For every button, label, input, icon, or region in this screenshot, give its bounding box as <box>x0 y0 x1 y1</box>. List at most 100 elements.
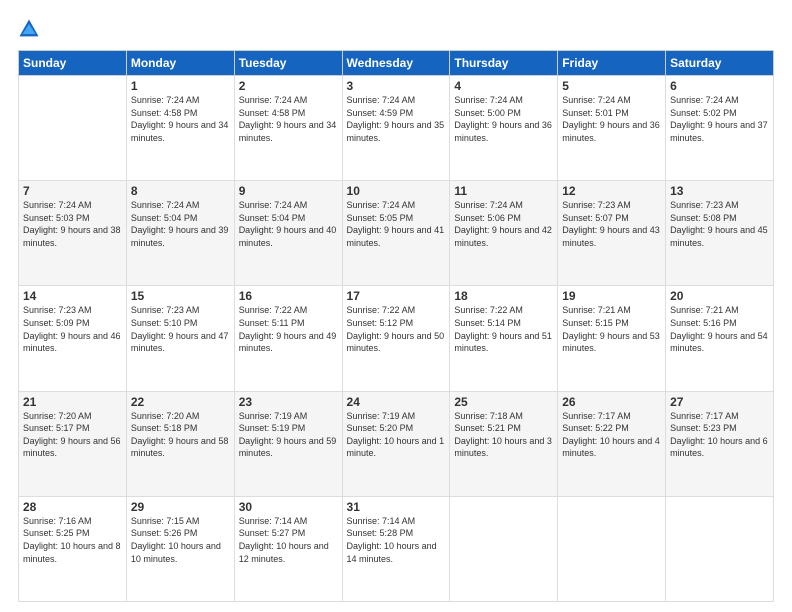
calendar-cell: 14Sunrise: 7:23 AMSunset: 5:09 PMDayligh… <box>19 286 127 391</box>
calendar-cell: 25Sunrise: 7:18 AMSunset: 5:21 PMDayligh… <box>450 391 558 496</box>
day-number: 4 <box>454 79 553 93</box>
page: SundayMondayTuesdayWednesdayThursdayFrid… <box>0 0 792 612</box>
day-info: Sunrise: 7:17 AMSunset: 5:23 PMDaylight:… <box>670 410 769 460</box>
calendar-week-row: 1Sunrise: 7:24 AMSunset: 4:58 PMDaylight… <box>19 76 774 181</box>
calendar-cell: 20Sunrise: 7:21 AMSunset: 5:16 PMDayligh… <box>666 286 774 391</box>
day-info: Sunrise: 7:23 AMSunset: 5:07 PMDaylight:… <box>562 199 661 249</box>
day-number: 20 <box>670 289 769 303</box>
day-number: 6 <box>670 79 769 93</box>
day-number: 2 <box>239 79 338 93</box>
day-number: 3 <box>347 79 446 93</box>
day-info: Sunrise: 7:21 AMSunset: 5:16 PMDaylight:… <box>670 304 769 354</box>
calendar-weekday-friday: Friday <box>558 51 666 76</box>
day-info: Sunrise: 7:22 AMSunset: 5:12 PMDaylight:… <box>347 304 446 354</box>
calendar-weekday-tuesday: Tuesday <box>234 51 342 76</box>
day-info: Sunrise: 7:24 AMSunset: 5:00 PMDaylight:… <box>454 94 553 144</box>
calendar-cell: 7Sunrise: 7:24 AMSunset: 5:03 PMDaylight… <box>19 181 127 286</box>
calendar-cell: 15Sunrise: 7:23 AMSunset: 5:10 PMDayligh… <box>126 286 234 391</box>
day-info: Sunrise: 7:24 AMSunset: 5:06 PMDaylight:… <box>454 199 553 249</box>
calendar-cell: 17Sunrise: 7:22 AMSunset: 5:12 PMDayligh… <box>342 286 450 391</box>
calendar-cell <box>19 76 127 181</box>
calendar-cell <box>666 496 774 601</box>
calendar-cell: 21Sunrise: 7:20 AMSunset: 5:17 PMDayligh… <box>19 391 127 496</box>
logo-icon <box>18 18 40 40</box>
day-number: 22 <box>131 395 230 409</box>
day-number: 11 <box>454 184 553 198</box>
calendar-cell: 23Sunrise: 7:19 AMSunset: 5:19 PMDayligh… <box>234 391 342 496</box>
calendar-weekday-saturday: Saturday <box>666 51 774 76</box>
calendar-cell: 10Sunrise: 7:24 AMSunset: 5:05 PMDayligh… <box>342 181 450 286</box>
day-number: 26 <box>562 395 661 409</box>
calendar-cell: 12Sunrise: 7:23 AMSunset: 5:07 PMDayligh… <box>558 181 666 286</box>
day-info: Sunrise: 7:17 AMSunset: 5:22 PMDaylight:… <box>562 410 661 460</box>
calendar-cell: 8Sunrise: 7:24 AMSunset: 5:04 PMDaylight… <box>126 181 234 286</box>
day-info: Sunrise: 7:19 AMSunset: 5:19 PMDaylight:… <box>239 410 338 460</box>
day-number: 18 <box>454 289 553 303</box>
day-number: 19 <box>562 289 661 303</box>
day-number: 25 <box>454 395 553 409</box>
day-info: Sunrise: 7:24 AMSunset: 4:58 PMDaylight:… <box>131 94 230 144</box>
calendar-cell: 6Sunrise: 7:24 AMSunset: 5:02 PMDaylight… <box>666 76 774 181</box>
day-number: 12 <box>562 184 661 198</box>
calendar-cell <box>558 496 666 601</box>
day-number: 24 <box>347 395 446 409</box>
day-info: Sunrise: 7:23 AMSunset: 5:09 PMDaylight:… <box>23 304 122 354</box>
calendar-cell: 13Sunrise: 7:23 AMSunset: 5:08 PMDayligh… <box>666 181 774 286</box>
day-info: Sunrise: 7:24 AMSunset: 4:59 PMDaylight:… <box>347 94 446 144</box>
calendar-cell: 31Sunrise: 7:14 AMSunset: 5:28 PMDayligh… <box>342 496 450 601</box>
calendar-cell: 26Sunrise: 7:17 AMSunset: 5:22 PMDayligh… <box>558 391 666 496</box>
calendar-cell: 18Sunrise: 7:22 AMSunset: 5:14 PMDayligh… <box>450 286 558 391</box>
day-number: 15 <box>131 289 230 303</box>
calendar-cell: 9Sunrise: 7:24 AMSunset: 5:04 PMDaylight… <box>234 181 342 286</box>
calendar-cell: 30Sunrise: 7:14 AMSunset: 5:27 PMDayligh… <box>234 496 342 601</box>
calendar-week-row: 28Sunrise: 7:16 AMSunset: 5:25 PMDayligh… <box>19 496 774 601</box>
day-number: 30 <box>239 500 338 514</box>
day-number: 14 <box>23 289 122 303</box>
day-info: Sunrise: 7:18 AMSunset: 5:21 PMDaylight:… <box>454 410 553 460</box>
day-number: 28 <box>23 500 122 514</box>
day-number: 27 <box>670 395 769 409</box>
day-number: 7 <box>23 184 122 198</box>
calendar-cell: 11Sunrise: 7:24 AMSunset: 5:06 PMDayligh… <box>450 181 558 286</box>
calendar-cell: 29Sunrise: 7:15 AMSunset: 5:26 PMDayligh… <box>126 496 234 601</box>
day-number: 10 <box>347 184 446 198</box>
calendar-cell: 24Sunrise: 7:19 AMSunset: 5:20 PMDayligh… <box>342 391 450 496</box>
calendar-weekday-thursday: Thursday <box>450 51 558 76</box>
calendar-cell <box>450 496 558 601</box>
day-number: 9 <box>239 184 338 198</box>
day-info: Sunrise: 7:24 AMSunset: 4:58 PMDaylight:… <box>239 94 338 144</box>
calendar-header-row: SundayMondayTuesdayWednesdayThursdayFrid… <box>19 51 774 76</box>
day-number: 21 <box>23 395 122 409</box>
calendar-cell: 28Sunrise: 7:16 AMSunset: 5:25 PMDayligh… <box>19 496 127 601</box>
day-info: Sunrise: 7:21 AMSunset: 5:15 PMDaylight:… <box>562 304 661 354</box>
calendar-week-row: 21Sunrise: 7:20 AMSunset: 5:17 PMDayligh… <box>19 391 774 496</box>
day-info: Sunrise: 7:22 AMSunset: 5:14 PMDaylight:… <box>454 304 553 354</box>
day-number: 23 <box>239 395 338 409</box>
logo <box>18 18 44 40</box>
calendar-weekday-sunday: Sunday <box>19 51 127 76</box>
calendar-cell: 2Sunrise: 7:24 AMSunset: 4:58 PMDaylight… <box>234 76 342 181</box>
calendar-week-row: 7Sunrise: 7:24 AMSunset: 5:03 PMDaylight… <box>19 181 774 286</box>
day-info: Sunrise: 7:24 AMSunset: 5:04 PMDaylight:… <box>131 199 230 249</box>
calendar-cell: 19Sunrise: 7:21 AMSunset: 5:15 PMDayligh… <box>558 286 666 391</box>
day-number: 13 <box>670 184 769 198</box>
day-number: 1 <box>131 79 230 93</box>
day-info: Sunrise: 7:24 AMSunset: 5:05 PMDaylight:… <box>347 199 446 249</box>
day-number: 5 <box>562 79 661 93</box>
day-info: Sunrise: 7:16 AMSunset: 5:25 PMDaylight:… <box>23 515 122 565</box>
calendar-weekday-wednesday: Wednesday <box>342 51 450 76</box>
day-info: Sunrise: 7:24 AMSunset: 5:02 PMDaylight:… <box>670 94 769 144</box>
calendar-cell: 3Sunrise: 7:24 AMSunset: 4:59 PMDaylight… <box>342 76 450 181</box>
day-info: Sunrise: 7:19 AMSunset: 5:20 PMDaylight:… <box>347 410 446 460</box>
calendar-cell: 16Sunrise: 7:22 AMSunset: 5:11 PMDayligh… <box>234 286 342 391</box>
day-info: Sunrise: 7:23 AMSunset: 5:10 PMDaylight:… <box>131 304 230 354</box>
day-number: 8 <box>131 184 230 198</box>
day-info: Sunrise: 7:20 AMSunset: 5:18 PMDaylight:… <box>131 410 230 460</box>
day-number: 17 <box>347 289 446 303</box>
day-info: Sunrise: 7:14 AMSunset: 5:27 PMDaylight:… <box>239 515 338 565</box>
calendar-cell: 4Sunrise: 7:24 AMSunset: 5:00 PMDaylight… <box>450 76 558 181</box>
calendar-cell: 22Sunrise: 7:20 AMSunset: 5:18 PMDayligh… <box>126 391 234 496</box>
day-number: 31 <box>347 500 446 514</box>
day-number: 29 <box>131 500 230 514</box>
day-info: Sunrise: 7:14 AMSunset: 5:28 PMDaylight:… <box>347 515 446 565</box>
